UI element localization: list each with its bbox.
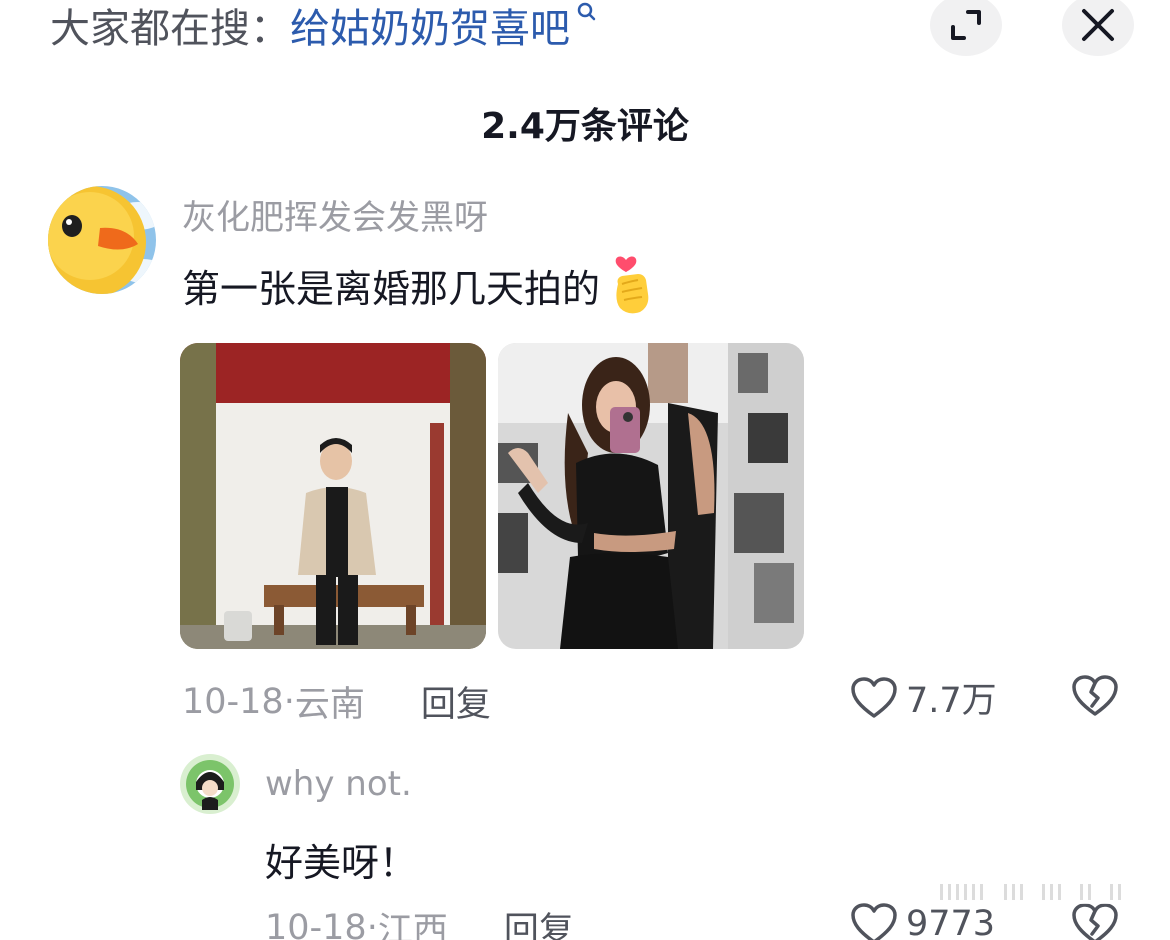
reply-date: 10-18 bbox=[265, 907, 367, 940]
search-suggestion-prefix: 大家都在搜： bbox=[50, 6, 290, 52]
comment-date: 10-18 bbox=[182, 681, 284, 722]
search-icon bbox=[577, 2, 596, 21]
comment-photo-2[interactable] bbox=[498, 343, 804, 649]
duck-avatar-image bbox=[48, 186, 156, 294]
close-button[interactable] bbox=[1062, 0, 1134, 56]
woman-standing-photo bbox=[180, 343, 486, 649]
close-icon bbox=[1082, 9, 1114, 41]
comment-text: 第一张是离婚那几天拍的 bbox=[182, 254, 654, 316]
reply-reply-button[interactable]: 回复 bbox=[504, 902, 574, 940]
reply-button[interactable]: 回复 bbox=[421, 676, 491, 727]
broken-heart-icon[interactable] bbox=[1071, 674, 1119, 718]
girl-cartoon-avatar-image bbox=[180, 754, 240, 814]
reply-username[interactable]: why not. bbox=[265, 764, 412, 804]
heart-icon bbox=[851, 676, 897, 718]
avatar[interactable] bbox=[48, 186, 156, 294]
reply-text: 好美呀！ bbox=[265, 841, 418, 885]
watermark-image bbox=[930, 880, 1150, 904]
like-button[interactable]: 7.7万 bbox=[850, 672, 997, 723]
reply-avatar[interactable] bbox=[180, 754, 240, 814]
finger-heart-emoji bbox=[615, 256, 649, 314]
mirror-selfie-photo bbox=[498, 343, 804, 649]
expand-button[interactable] bbox=[930, 0, 1002, 56]
comment-panel: 大家都在搜： 给姑奶奶贺喜吧 2.4万条评论 灰化肥挥发会发黑呀 第一张是离婚那… bbox=[0, 0, 1170, 940]
meta-separator: · bbox=[283, 681, 295, 722]
comment-meta: 10-18 · 云南 回复 bbox=[182, 676, 491, 727]
reply-meta: 10-18 · 江西 回复 bbox=[265, 902, 574, 940]
search-suggestion[interactable]: 大家都在搜： 给姑奶奶贺喜吧 bbox=[50, 0, 598, 52]
search-suggestion-query[interactable]: 给姑奶奶贺喜吧 bbox=[290, 0, 570, 54]
comment-count-title: 2.4万条评论 bbox=[481, 106, 689, 147]
expand-icon bbox=[951, 10, 981, 40]
comment-photo-1[interactable] bbox=[180, 343, 486, 649]
reply-location: 江西 bbox=[377, 911, 448, 940]
like-count: 7.7万 bbox=[906, 681, 997, 721]
meta-separator: · bbox=[366, 907, 378, 940]
comment-username[interactable]: 灰化肥挥发会发黑呀 bbox=[182, 190, 488, 239]
comment-text-content: 第一张是离婚那几天拍的 bbox=[182, 266, 601, 311]
comment-location: 云南 bbox=[294, 685, 365, 725]
heart-icon bbox=[851, 903, 897, 940]
